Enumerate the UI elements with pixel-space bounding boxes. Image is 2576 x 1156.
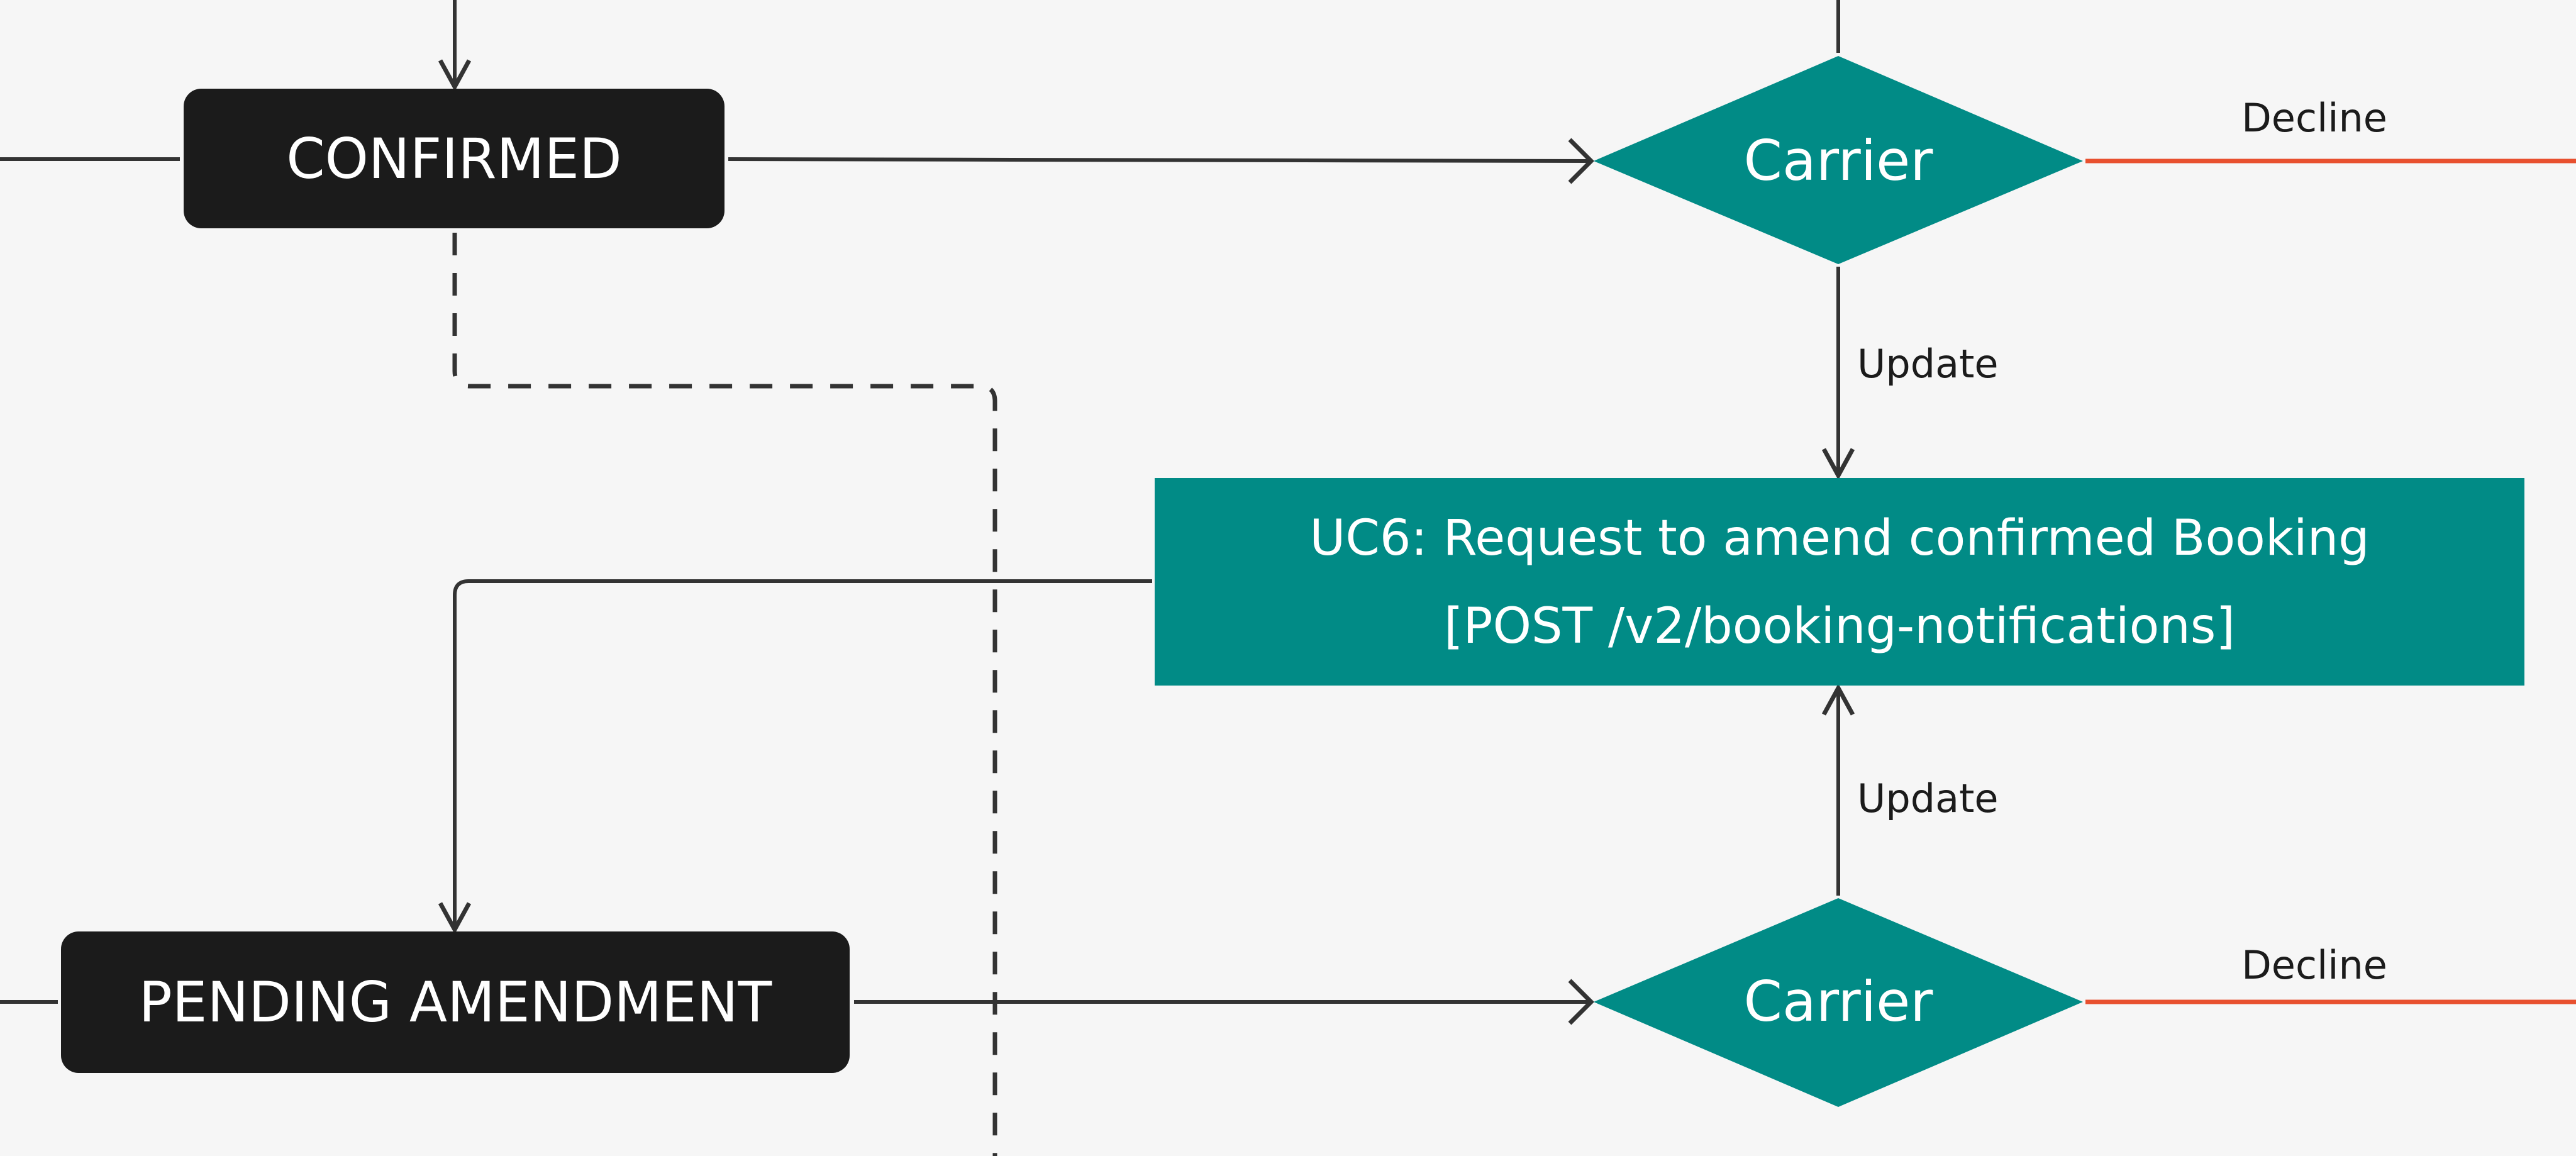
- flow-diagram: Decline Update Update Decline CONFIRMED …: [0, 0, 2576, 1156]
- edge-label-decline-2: Decline: [2241, 942, 2387, 988]
- action-uc6[interactable]: UC6: Request to amend confirmed Booking …: [1155, 478, 2524, 686]
- decision-carrier-1-label: Carrier: [1744, 128, 1934, 193]
- action-uc6-endpoint: [POST /v2/booking-notifications]: [1444, 598, 2235, 655]
- edge-label-update-2: Update: [1857, 775, 1999, 821]
- edge-label-update-1: Update: [1857, 341, 1999, 387]
- edge-label-decline-1: Decline: [2241, 95, 2387, 141]
- state-confirmed[interactable]: CONFIRMED: [184, 89, 724, 228]
- action-uc6-title: UC6: Request to amend confirmed Booking: [1309, 510, 2369, 567]
- state-pending-amendment[interactable]: PENDING AMENDMENT: [61, 931, 850, 1073]
- state-pending-amendment-label: PENDING AMENDMENT: [139, 970, 773, 1035]
- edge-confirmed-to-carrier-1: [728, 157, 1592, 163]
- decision-carrier-2-label: Carrier: [1744, 969, 1934, 1034]
- state-confirmed-label: CONFIRMED: [286, 126, 622, 191]
